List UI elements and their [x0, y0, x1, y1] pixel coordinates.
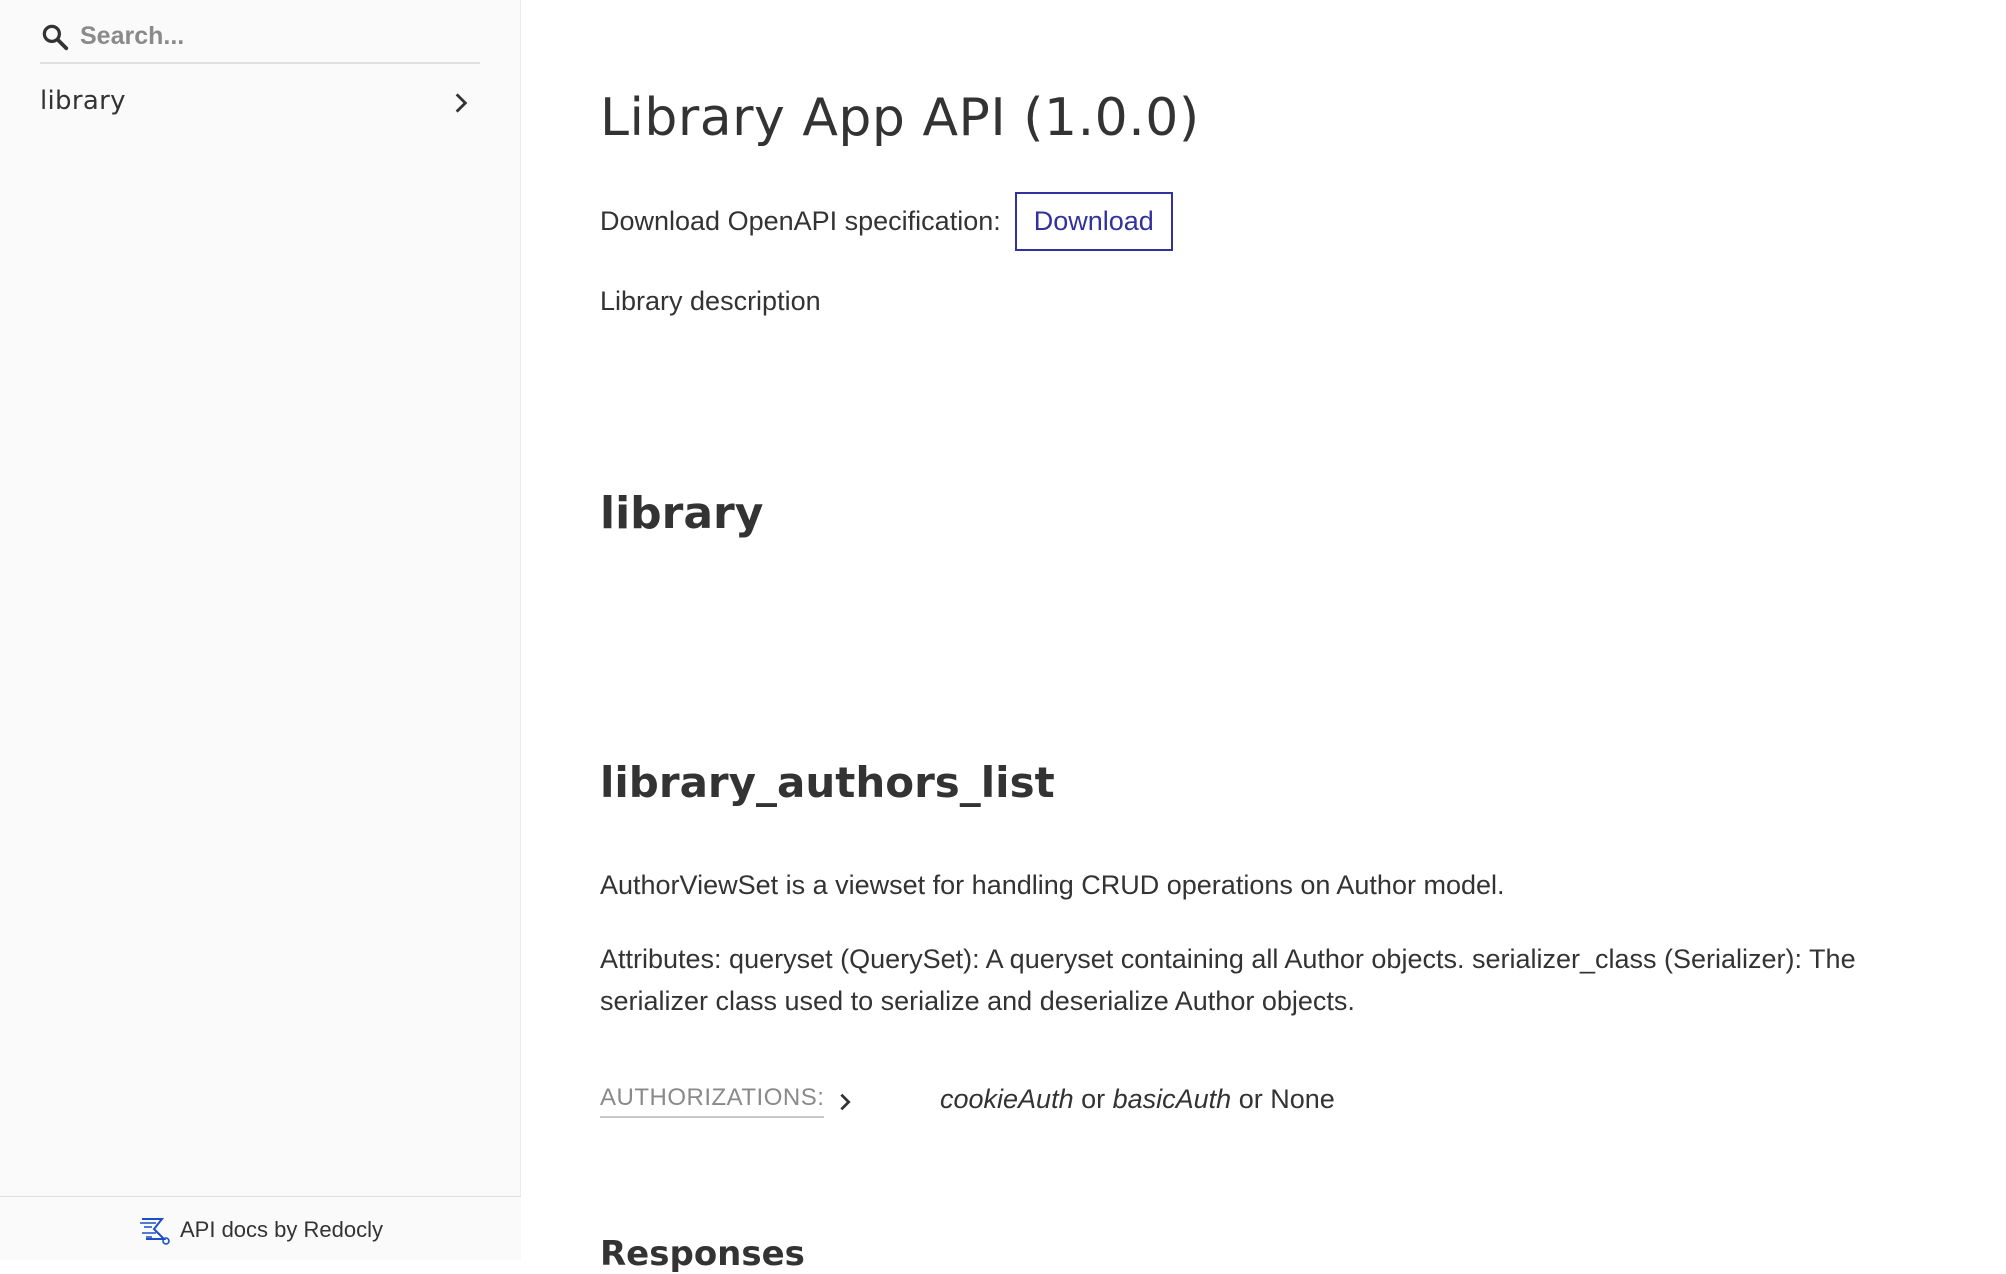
authorizations-label[interactable]: AUTHORIZATIONS: [600, 1084, 825, 1118]
page-title: Library App API (1.0.0) [600, 88, 1200, 148]
download-label: Download OpenAPI specification: [600, 205, 1001, 236]
sidebar-item-library[interactable]: library [40, 82, 480, 126]
sidebar-footer[interactable]: API docs by Redocly [0, 1196, 521, 1260]
search-input[interactable] [80, 18, 475, 54]
authorizations-toggle[interactable]: AUTHORIZATIONS: [600, 1084, 856, 1118]
auth-scheme-basic: basicAuth [1112, 1084, 1232, 1114]
download-row: Download OpenAPI specification: Download [600, 190, 1173, 252]
sidebar: library API docs by Redocly [0, 0, 521, 1260]
chevron-right-icon [455, 93, 468, 113]
authorization-schemes: cookieAuth or basicAuth or None [940, 1084, 1335, 1115]
operation-title: library_authors_list [600, 758, 1055, 807]
chevron-right-icon[interactable] [834, 1089, 856, 1115]
section-title-library: library [600, 488, 764, 539]
auth-none: or None [1231, 1084, 1335, 1114]
operation-attributes: Attributes: queryset (QuerySet): A query… [600, 944, 1856, 1016]
redocly-logo-icon [140, 1218, 170, 1245]
auth-scheme-cookie: cookieAuth [940, 1084, 1074, 1114]
responses-title: Responses [600, 1234, 805, 1274]
download-button[interactable]: Download [1014, 191, 1173, 251]
footer-text[interactable]: API docs by Redocly [180, 1217, 383, 1243]
auth-separator: or [1073, 1084, 1113, 1114]
search-icon [42, 24, 69, 51]
operation-description: AuthorViewSet is a viewset for handling … [600, 870, 1505, 900]
authorizations-row: AUTHORIZATIONS: cookieAuth or basicAuth … [600, 1084, 1600, 1124]
api-description: Library description [600, 286, 821, 316]
search-bar[interactable] [40, 10, 480, 64]
sidebar-item-label: library [40, 86, 126, 116]
main-content: Library App API (1.0.0) Download OpenAPI… [522, 0, 2006, 1274]
